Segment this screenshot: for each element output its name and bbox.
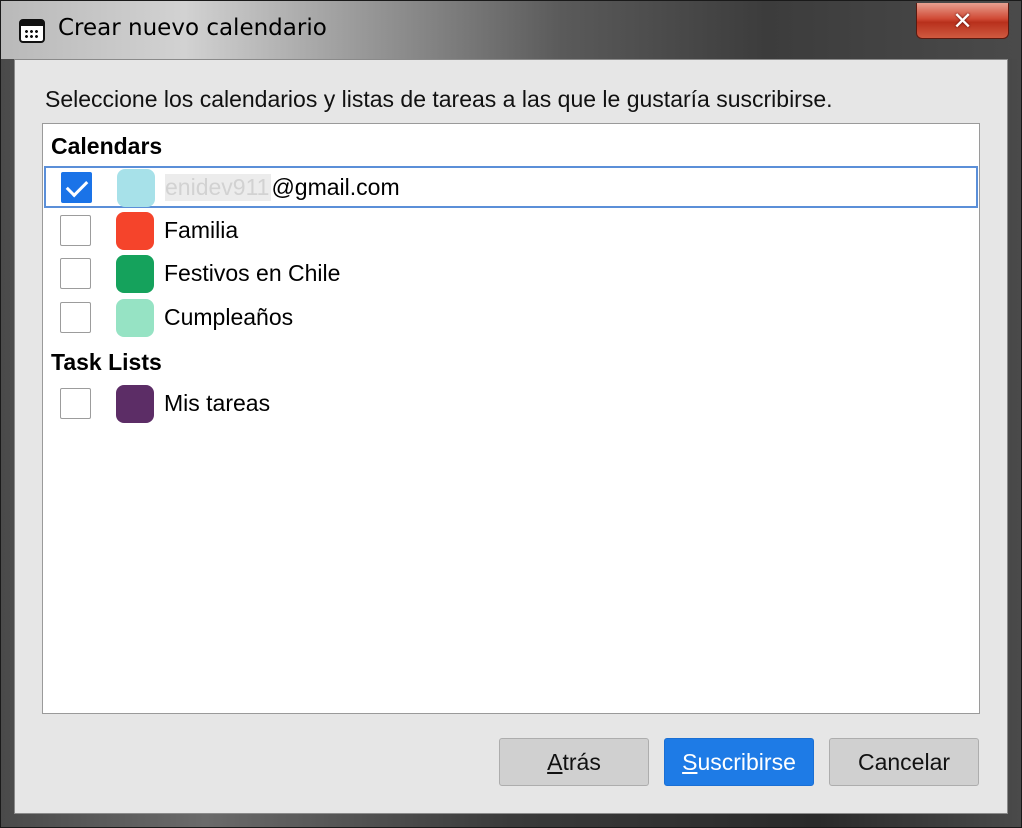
- color-swatch: [116, 385, 154, 423]
- back-label: trás: [562, 748, 601, 775]
- email-suffix: @gmail.com: [271, 174, 400, 200]
- list-item[interactable]: Mis tareas: [44, 382, 978, 424]
- color-swatch: [117, 169, 155, 207]
- task-list-label: Mis tareas: [164, 390, 271, 416]
- close-icon: ✕: [952, 6, 973, 35]
- checkbox[interactable]: [60, 215, 91, 246]
- group-header-task-lists: Task Lists: [51, 349, 162, 375]
- calendar-label: enidev911@gmail.com: [165, 174, 400, 201]
- cancel-button[interactable]: Cancelar: [829, 738, 979, 786]
- back-button[interactable]: Atrás: [499, 738, 649, 786]
- subscribe-label: uscribirse: [697, 748, 796, 775]
- color-swatch: [116, 212, 154, 250]
- calendar-icon: [19, 19, 45, 43]
- list-item[interactable]: Cumpleaños: [44, 296, 978, 338]
- list-item[interactable]: enidev911@gmail.com: [44, 166, 978, 208]
- window-title: Crear nuevo calendario: [58, 15, 327, 41]
- close-button[interactable]: ✕: [916, 3, 1009, 39]
- checkbox[interactable]: [60, 258, 91, 289]
- cancel-label: Cancelar: [857, 748, 951, 775]
- calendar-list[interactable]: Calendars enidev911@gmail.com Familia Fe…: [42, 123, 980, 714]
- color-swatch: [116, 255, 154, 293]
- list-item[interactable]: Familia: [44, 209, 978, 251]
- checkbox[interactable]: [60, 302, 91, 333]
- dialog-window: Crear nuevo calendario ✕ Seleccione los …: [0, 0, 1022, 828]
- group-header-calendars: Calendars: [51, 133, 163, 159]
- title-bar[interactable]: Crear nuevo calendario ✕: [1, 1, 1021, 59]
- list-item[interactable]: Festivos en Chile: [44, 252, 978, 294]
- color-swatch: [116, 299, 154, 337]
- checkbox[interactable]: [61, 172, 92, 203]
- redacted-text: enidev911: [165, 174, 272, 201]
- instruction-text: Seleccione los calendarios y listas de t…: [45, 86, 833, 112]
- subscribe-button[interactable]: Suscribirse: [664, 738, 814, 786]
- calendar-label: Familia: [164, 217, 239, 243]
- subscribe-mnemonic: S: [682, 748, 698, 775]
- checkbox[interactable]: [60, 388, 91, 419]
- dialog-body: Seleccione los calendarios y listas de t…: [14, 59, 1008, 814]
- calendar-label: Festivos en Chile: [164, 260, 341, 286]
- back-mnemonic: A: [547, 748, 563, 775]
- calendar-label: Cumpleaños: [164, 304, 294, 330]
